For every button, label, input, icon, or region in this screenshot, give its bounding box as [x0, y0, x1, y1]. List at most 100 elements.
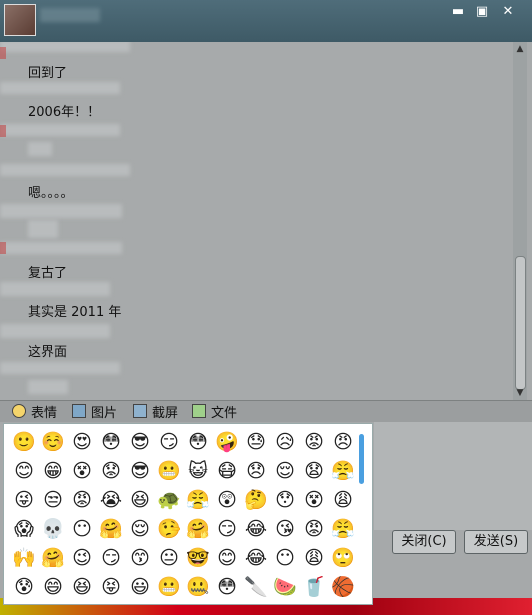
emoji-option[interactable]: 😠 [331, 430, 355, 454]
emoji-option[interactable]: 😃 [128, 575, 152, 599]
emoji-option[interactable]: 🤓 [186, 546, 210, 570]
title-bar: ▬ ▣ ✕ [0, 0, 532, 42]
emoji-option[interactable]: 🙌 [12, 546, 36, 570]
emoji-option[interactable]: 🤗 [41, 546, 65, 570]
chat-toolbar: 表情 图片 截屏 文件 [0, 400, 532, 423]
scroll-down-arrow-icon[interactable]: ▼ [513, 386, 527, 400]
emoji-option[interactable]: 😒 [41, 488, 65, 512]
emoji-option[interactable]: 😙 [128, 546, 152, 570]
close-chat-button[interactable]: 关闭(C) [392, 530, 456, 554]
emoji-option[interactable]: 🤪 [215, 430, 239, 454]
message-input[interactable] [374, 422, 532, 530]
emoji-option[interactable]: 🤐 [186, 575, 210, 599]
scroll-thumb[interactable] [515, 256, 526, 390]
emoji-option[interactable]: 😳 [99, 430, 123, 454]
emoji-option[interactable]: 😄 [41, 575, 65, 599]
emoji-option[interactable]: 😏 [215, 517, 239, 541]
emoji-option[interactable]: 😶 [273, 546, 297, 570]
emoji-option[interactable]: ☺️ [41, 430, 65, 454]
emoji-option[interactable]: 😵 [302, 488, 326, 512]
chat-scrollbar[interactable]: ▲ ▼ [513, 42, 527, 400]
emoji-option[interactable]: 😡 [70, 488, 94, 512]
emoji-option[interactable]: 😵 [70, 459, 94, 483]
emoji-option[interactable]: 😊 [12, 459, 36, 483]
blurred-sender [0, 42, 130, 52]
emoji-option[interactable]: 😤 [331, 459, 355, 483]
emoji-option[interactable]: 😝 [99, 575, 123, 599]
emoji-option[interactable]: 😬 [157, 575, 181, 599]
emoji-option[interactable]: 😂 [244, 546, 268, 570]
emoji-option[interactable]: 😯 [273, 488, 297, 512]
emoji-option[interactable]: 🤗 [99, 517, 123, 541]
emoji-option[interactable]: 😌 [128, 517, 152, 541]
emoji-option[interactable]: 😉 [70, 546, 94, 570]
emoji-option[interactable]: 😩 [302, 546, 326, 570]
smiley-icon [12, 404, 26, 418]
emoji-option[interactable]: 😭 [99, 488, 123, 512]
send-button[interactable]: 发送(S) [464, 530, 528, 554]
emoji-tool[interactable]: 表情 [12, 404, 57, 422]
emoji-option[interactable]: 🏀 [331, 575, 355, 599]
close-window-button[interactable]: ✕ [498, 3, 518, 21]
emoji-option[interactable]: 🍉 [273, 575, 297, 599]
emoji-option[interactable]: 😓 [244, 430, 268, 454]
emoji-option[interactable]: 🤥 [157, 517, 181, 541]
message-text: 这界面 [28, 345, 68, 360]
emoji-option[interactable]: 😱 [12, 517, 36, 541]
emoji-option[interactable]: 💀 [41, 517, 65, 541]
emoji-option[interactable]: 😏 [99, 546, 123, 570]
emoji-option[interactable]: 😲 [215, 488, 239, 512]
emoji-option[interactable]: 😌 [273, 459, 297, 483]
emoji-option[interactable]: 😡 [302, 517, 326, 541]
emoji-option[interactable]: 😎 [128, 430, 152, 454]
emoji-option[interactable]: 🤔 [244, 488, 268, 512]
emoji-option[interactable]: 🔪 [244, 575, 268, 599]
emoji-option[interactable]: 😳 [186, 430, 210, 454]
emoji-option[interactable]: 😎 [128, 459, 152, 483]
blurred-sender [0, 124, 120, 136]
emoji-option[interactable]: 😺 [186, 459, 210, 483]
emoji-option[interactable]: 😁 [41, 459, 65, 483]
emoji-option[interactable]: 😤 [331, 517, 355, 541]
emoji-option[interactable]: 😘 [273, 517, 297, 541]
minimize-button[interactable]: ▬ [448, 3, 468, 21]
chat-history[interactable]: 回到了 2006年！！ 嗯。。。。 复古了 其实是 2011 年 这界面 [0, 42, 532, 400]
emoji-option[interactable]: 😟 [99, 459, 123, 483]
file-tool[interactable]: 文件 [192, 404, 237, 422]
emoji-option[interactable]: 😰 [12, 575, 36, 599]
emoji-option[interactable]: 😥 [273, 430, 297, 454]
emoji-option[interactable]: 🐢 [157, 488, 181, 512]
contact-avatar[interactable] [4, 4, 36, 36]
emoji-option[interactable]: 😊 [215, 546, 239, 570]
emoji-option[interactable]: 😧 [302, 459, 326, 483]
blurred-sender [0, 164, 130, 176]
image-tool[interactable]: 图片 [72, 404, 117, 422]
emoji-option[interactable]: 😞 [244, 459, 268, 483]
emoji-option[interactable]: 😬 [157, 459, 181, 483]
emoji-option[interactable]: 😷 [215, 459, 239, 483]
emoji-option[interactable]: 😡 [302, 430, 326, 454]
scroll-up-arrow-icon[interactable]: ▲ [513, 42, 527, 56]
emoji-option[interactable]: 🤗 [186, 517, 210, 541]
emoji-option[interactable]: 😆 [128, 488, 152, 512]
blurred-sender [0, 82, 120, 94]
emoji-option[interactable]: 😤 [186, 488, 210, 512]
emoji-option[interactable]: 😳 [215, 575, 239, 599]
emoji-option[interactable]: 😍 [70, 430, 94, 454]
emoji-option[interactable]: 😏 [157, 430, 181, 454]
emoji-option[interactable]: 😶 [70, 517, 94, 541]
emoji-option[interactable]: 😜 [12, 488, 36, 512]
emoji-panel-scrollbar[interactable] [359, 434, 364, 484]
message-text: 其实是 2011 年 [28, 305, 122, 320]
emoji-option[interactable]: 😐 [157, 546, 181, 570]
maximize-button[interactable]: ▣ [472, 3, 492, 21]
emoji-option[interactable]: 🙂 [12, 430, 36, 454]
emoji-option[interactable]: 🙄 [331, 546, 355, 570]
emoji-option[interactable]: 😆 [70, 575, 94, 599]
emoji-option[interactable]: 😩 [331, 488, 355, 512]
emoji-picker-panel: 🙂 ☺️ 😍 😳 😎 😏 😳 🤪 😓 😥 😡 😠 😊 😁 😵 😟 😎 😬 😺 😷 😞 😌 😧 😤 😜 😒 😡 😭 😆 🐢 😤 😲 🤔 😯 😵 😩 😱 💀 😶… [3, 423, 373, 605]
blurred-content [28, 220, 58, 238]
screenshot-tool[interactable]: 截屏 [133, 404, 178, 422]
emoji-option[interactable]: 😂 [244, 517, 268, 541]
emoji-option[interactable]: 🥤 [302, 575, 326, 599]
